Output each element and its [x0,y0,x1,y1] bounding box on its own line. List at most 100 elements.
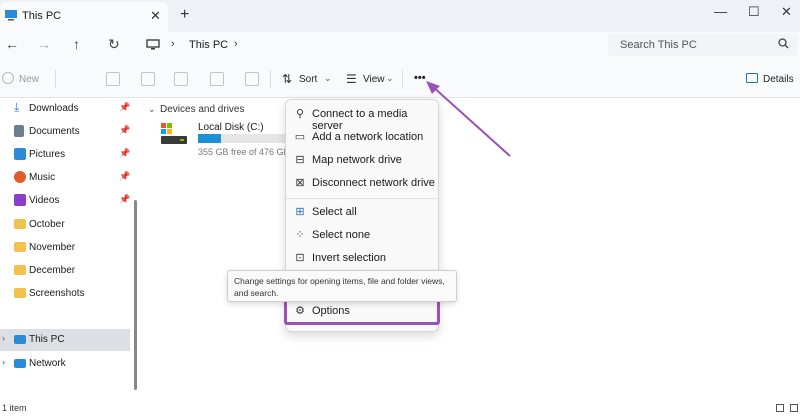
maximize-button[interactable]: ☐ [748,4,760,20]
up-button[interactable]: ↑ [73,36,80,52]
menu-item-select-all[interactable]: ⊞ Select all [286,202,438,224]
view-button[interactable]: View [363,74,385,85]
paste-icon[interactable] [141,72,155,86]
menu-item-add-network-location[interactable]: ▭ Add a network location [286,127,438,149]
pin-icon: 📌 [119,171,131,181]
share-icon[interactable] [210,72,224,86]
sidebar-item-documents[interactable]: Documents 📌 [0,121,134,143]
sidebar-item-screenshots[interactable]: Screenshots [0,283,134,305]
menu-item-connect-media-server[interactable]: ⚲ Connect to a media server [286,104,438,132]
rename-icon[interactable] [174,72,188,86]
pin-icon: 📌 [119,194,131,204]
new-icon [2,72,14,84]
drive-name[interactable]: Local Disk (C:) [198,122,264,133]
tab-title: This PC [22,10,62,22]
group-heading: Devices and drives [160,104,245,115]
folder-icon [14,242,26,252]
menu-divider [286,198,438,199]
sidebar-item-label: Videos [29,195,60,206]
sidebar-item-network[interactable]: › Network [0,353,134,375]
chevron-right-icon[interactable]: › [2,357,5,367]
drive-usage-fill [198,134,221,143]
search-placeholder: Search This PC [620,39,697,51]
sidebar-item-november[interactable]: November [0,237,134,259]
music-icon [14,171,26,183]
forward-button[interactable]: → [37,36,51,52]
chevron-right-icon[interactable]: › [2,333,5,343]
new-button[interactable]: New [19,74,39,85]
chevron-right-icon: › [171,38,175,50]
chevron-down-icon[interactable]: ⌄ [148,104,156,115]
sort-button[interactable]: Sort [299,74,317,85]
sidebar-item-december[interactable]: December [0,260,134,282]
menu-item-label: Select none [312,229,371,241]
network-icon [14,359,26,368]
toolbar-divider [402,70,403,88]
pictures-icon [14,148,26,160]
menu-item-label: Select all [312,206,357,218]
pin-icon: 📌 [119,125,131,135]
sidebar-item-label: This PC [29,334,65,345]
folder-icon [14,265,26,275]
network-location-icon: ▭ [294,131,306,143]
toolbar-divider [270,70,271,88]
cut-icon[interactable] [69,72,83,86]
folder-icon [14,288,26,298]
sidebar-item-label: December [29,265,76,276]
tiles-view-icon[interactable] [790,404,798,412]
view-icon: ☰ [346,72,357,86]
sidebar-scrollbar[interactable] [134,200,137,390]
menu-item-disconnect-network-drive[interactable]: ⊠ Disconnect network drive [286,173,438,195]
sidebar-item-label: Documents [29,126,80,137]
sidebar-item-label: Screenshots [29,288,85,299]
sidebar-item-music[interactable]: Music 📌 [0,167,134,189]
drive-free-space: 355 GB free of 476 GB [198,147,290,157]
sidebar-item-label: October [29,219,65,230]
copy-icon[interactable] [106,72,120,86]
computer-icon [146,39,160,50]
sidebar-item-pictures[interactable]: Pictures 📌 [0,144,134,166]
computer-icon [14,335,26,344]
sidebar-item-october[interactable]: October [0,214,134,236]
close-window-button[interactable]: ✕ [781,4,792,20]
details-pane-icon [746,73,758,83]
options-tooltip: Change settings for opening items, file … [227,270,457,302]
refresh-button[interactable]: ↻ [108,36,120,53]
menu-item-label: Disconnect network drive [312,177,435,189]
sidebar-item-label: Downloads [29,103,79,114]
tab-close-icon[interactable]: ✕ [150,8,161,24]
back-button[interactable]: ← [5,36,19,52]
minimize-button[interactable]: — [714,4,727,19]
media-server-icon: ⚲ [295,108,305,120]
sort-icon: ⇅ [282,72,293,86]
item-count: 1 item [2,403,27,413]
document-icon [14,125,24,137]
menu-item-map-network-drive[interactable]: ⊟ Map network drive [286,150,438,172]
toolbar-divider [55,70,56,88]
chevron-right-icon[interactable]: › [234,38,238,50]
menu-item-label: Add a network location [312,131,424,143]
chevron-down-icon: ⌄ [386,73,394,83]
search-icon [778,38,789,49]
status-bar [0,402,800,416]
menu-item-invert-selection[interactable]: ⊡ Invert selection [286,248,438,270]
command-bar [0,60,800,98]
invert-selection-icon: ⊡ [295,252,305,264]
folder-icon [14,219,26,229]
chevron-down-icon: ⌄ [324,73,332,83]
sidebar-item-downloads[interactable]: ⤓ Downloads 📌 [0,98,134,120]
menu-item-select-none[interactable]: ⁘ Select none [286,225,438,247]
sidebar-item-videos[interactable]: Videos 📌 [0,190,134,212]
sidebar-item-label: Network [29,358,66,369]
pin-icon: 📌 [119,102,131,112]
menu-item-label: Invert selection [312,252,386,264]
delete-icon[interactable] [245,72,259,86]
sidebar-item-this-pc[interactable]: › This PC [0,329,130,351]
details-view-icon[interactable] [776,404,784,412]
details-button[interactable]: Details [763,74,794,85]
computer-icon [5,10,17,21]
breadcrumb[interactable]: This PC [189,39,228,51]
new-tab-button[interactable]: + [180,6,189,24]
sidebar-item-label: Music [29,172,56,183]
sidebar-item-label: Pictures [29,149,66,160]
